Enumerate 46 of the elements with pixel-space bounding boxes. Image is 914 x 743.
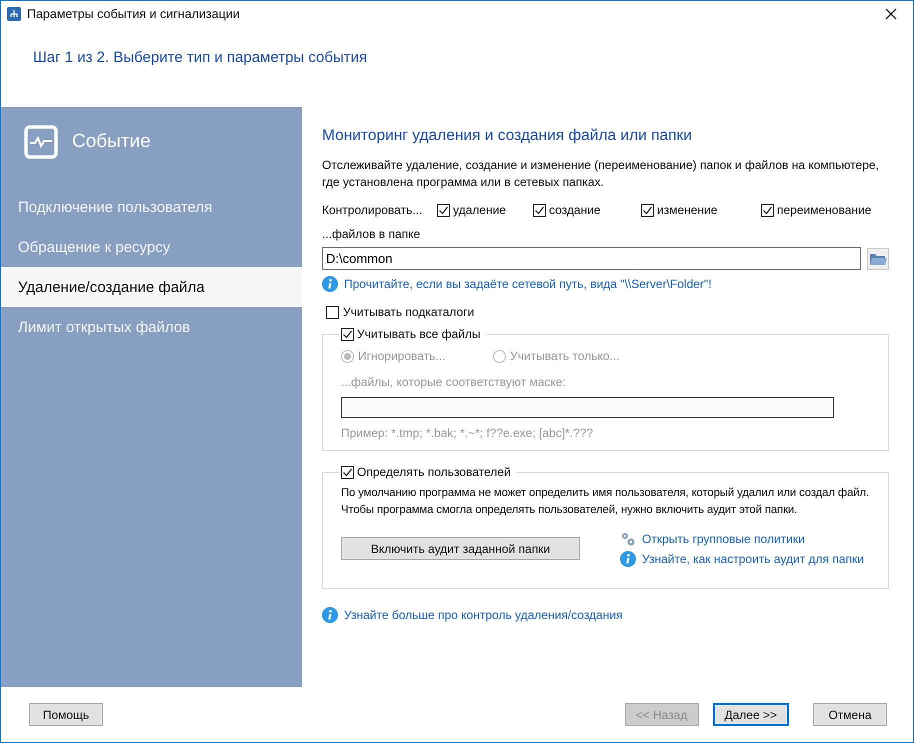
help-link[interactable]: Узнайте, как настроить аудит для папки bbox=[642, 552, 864, 566]
checkbox[interactable] bbox=[761, 204, 774, 216]
app-icon bbox=[7, 7, 21, 21]
checkbox[interactable] bbox=[533, 204, 546, 216]
sidebar-item[interactable]: Удаление/создание файла bbox=[1, 267, 302, 307]
network-path-link[interactable]: Прочитайте, если вы задаёте сетевой путь, вида "\\Server\Folder"! bbox=[344, 277, 712, 291]
section-title: Мониторинг удаления и создания файла или папки bbox=[322, 127, 693, 145]
description: Отслеживайте удаление, создание и изменение (переименование) папок и файлов на компьютере, где установлена программа или в сетевых папках. bbox=[322, 157, 880, 191]
checkbox-label: создание bbox=[549, 203, 601, 217]
checkbox[interactable] bbox=[641, 204, 654, 216]
checkbox-label: изменение bbox=[657, 203, 718, 217]
help-link[interactable]: Узнайте больше про контроль удаления/создания bbox=[344, 608, 623, 622]
checkbox-label: переименование bbox=[777, 203, 872, 217]
pulse-icon bbox=[24, 125, 58, 159]
window-title: Параметры события и сигнализации bbox=[27, 7, 241, 21]
checkbox[interactable] bbox=[341, 466, 354, 478]
gears-icon bbox=[620, 531, 636, 547]
dialog-button[interactable]: Далее >> bbox=[712, 703, 789, 726]
close-icon bbox=[885, 8, 897, 20]
checkbox-label: Учитывать все файлы bbox=[357, 327, 481, 341]
browse-button[interactable] bbox=[867, 248, 889, 270]
dialog-button[interactable]: Помощь bbox=[29, 703, 103, 726]
info-icon bbox=[620, 551, 636, 567]
checkbox[interactable] bbox=[326, 306, 339, 318]
mask-example: Пример: *.tmp; *.bak; *.~*; f??e.exe; [abc]*.??? bbox=[341, 426, 594, 440]
sidebar-heading: Событие bbox=[72, 131, 151, 153]
folder-label: ...файлов в папке bbox=[322, 227, 422, 241]
radio-button[interactable] bbox=[493, 350, 506, 362]
enable-audit-button[interactable]: Включить аудит заданной папки bbox=[341, 537, 580, 560]
info-icon bbox=[322, 276, 338, 292]
audit-description: По умолчанию программа не может определить имя пользователя, который удалил или создал файл. Чтобы программа смогла определять пользователей, нужно включить аудит этой папки. bbox=[341, 486, 870, 518]
checkbox-label: удаление bbox=[453, 203, 506, 217]
dialog-button[interactable]: Отмена bbox=[813, 703, 887, 726]
checkbox[interactable] bbox=[341, 328, 354, 340]
info-icon bbox=[322, 607, 338, 623]
monitor-label: Контролировать... bbox=[322, 203, 424, 217]
help-link[interactable]: Открыть групповые политики bbox=[642, 532, 805, 546]
radio-button[interactable] bbox=[341, 350, 354, 362]
checkbox-label: Учитывать подкаталоги bbox=[343, 305, 474, 319]
folder-path-field[interactable]: D:\common bbox=[322, 247, 861, 270]
radio-label: Учитывать только... bbox=[510, 349, 620, 363]
step-title: Шаг 1 из 2. Выберите тип и параметры события bbox=[32, 48, 368, 68]
checkbox-label: Определять пользователей bbox=[357, 465, 511, 479]
radio-label: Игнорировать... bbox=[358, 349, 446, 363]
checkbox[interactable] bbox=[437, 204, 450, 216]
mask-label: ...файлы, которые соответствуют маске: bbox=[341, 375, 567, 389]
